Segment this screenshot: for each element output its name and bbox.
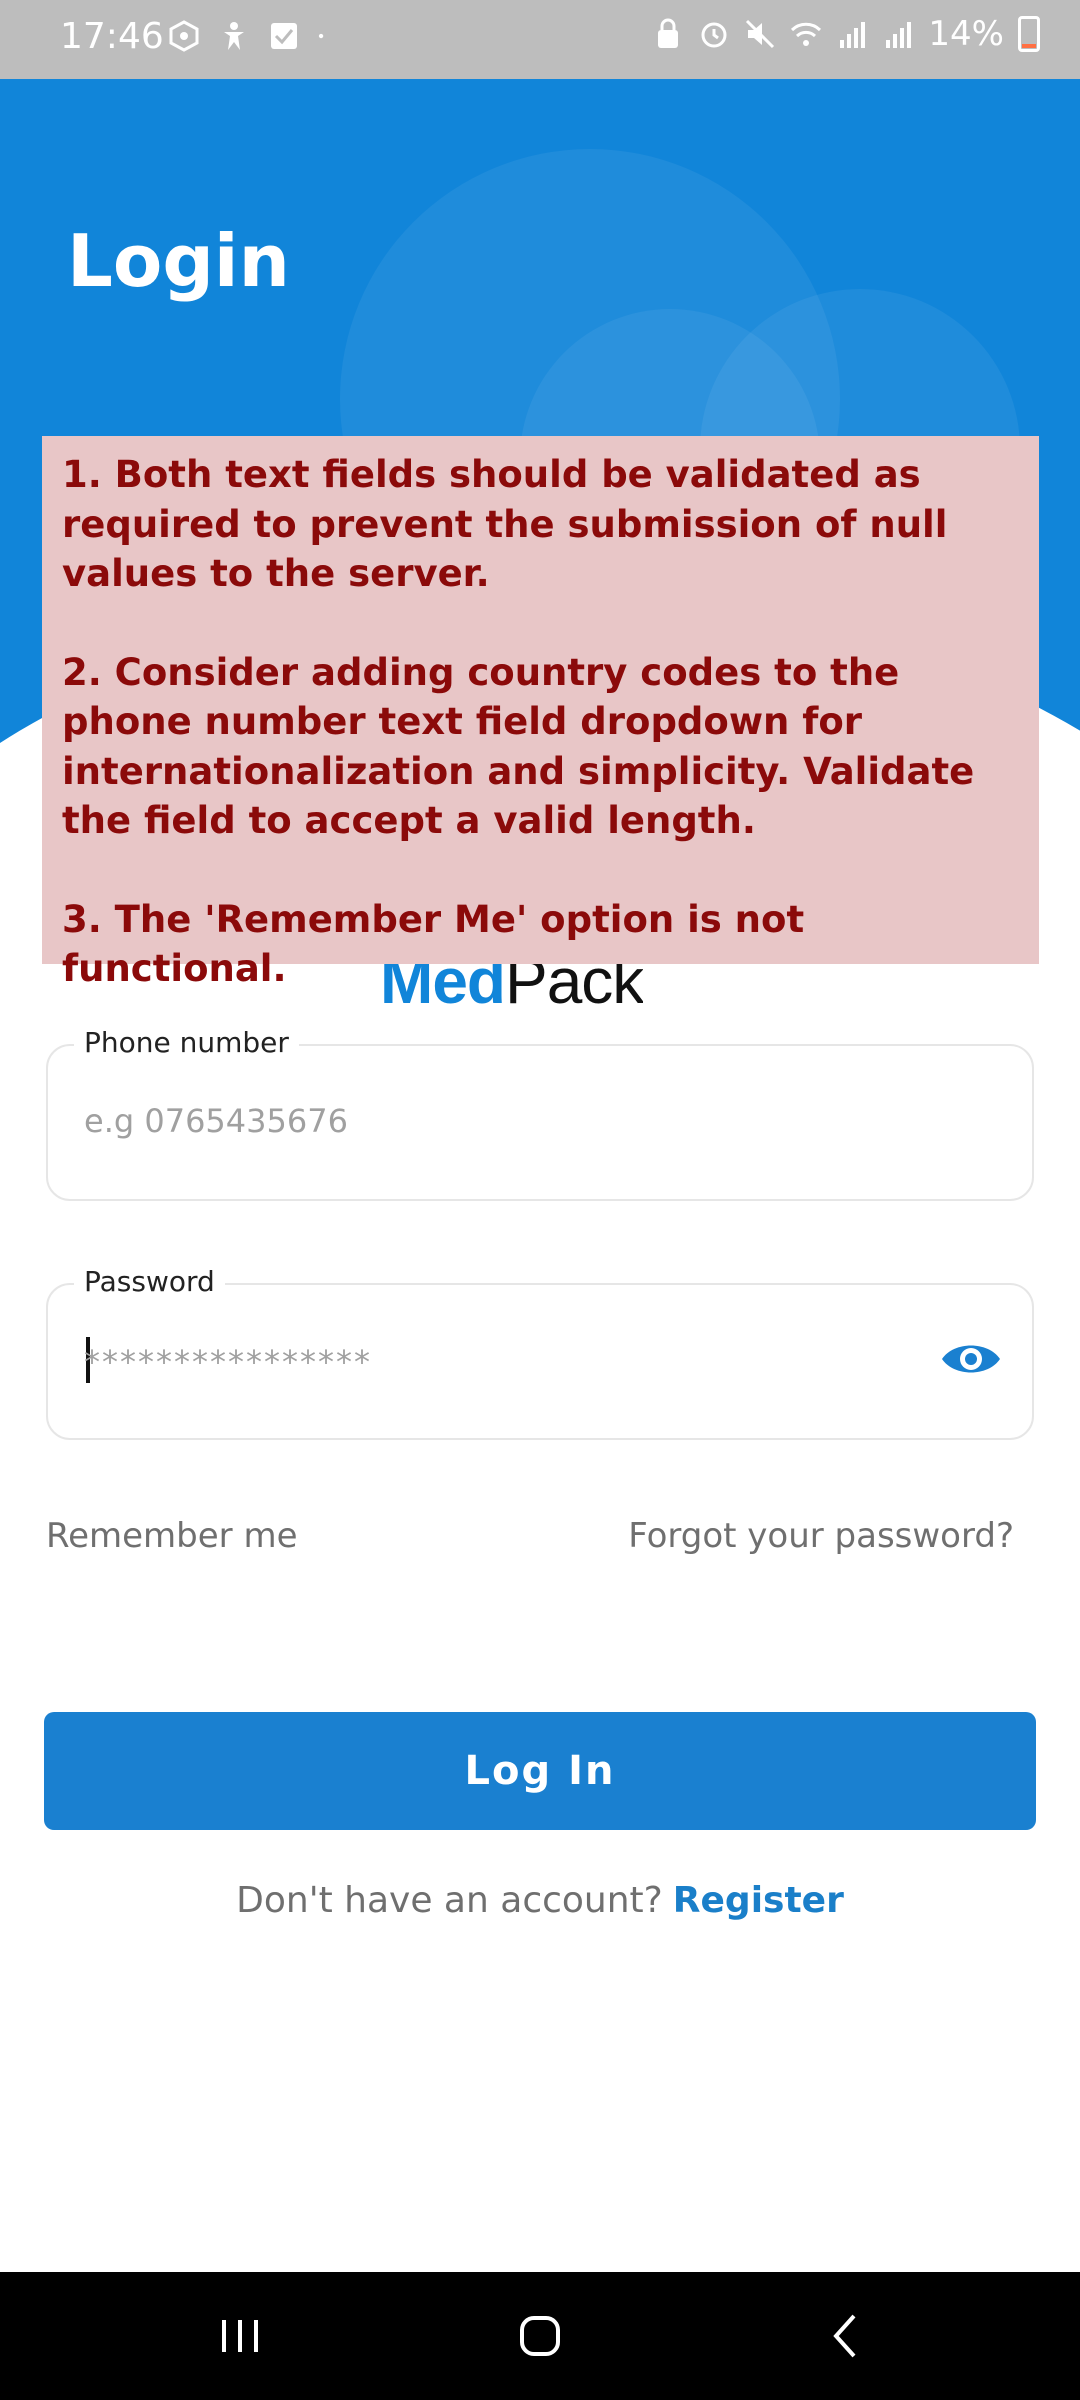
vpn-icon	[169, 20, 199, 52]
status-bar: 17:46 14%	[0, 0, 1080, 79]
remember-me-option[interactable]: Remember me	[46, 1516, 298, 1556]
phone-field-label: Phone number	[74, 1026, 299, 1059]
lock-icon	[658, 18, 679, 48]
phone-input[interactable]: e.g 0765435676	[84, 1102, 348, 1140]
accessibility-icon	[224, 22, 244, 50]
login-button[interactable]: Log In	[44, 1712, 1036, 1830]
signal-icon	[840, 22, 866, 48]
back-icon[interactable]	[816, 2306, 876, 2366]
password-field-label: Password	[74, 1265, 225, 1298]
review-note: 1. Both text fields should be validated …	[42, 436, 1039, 990]
eye-icon[interactable]	[940, 1337, 1002, 1381]
password-field[interactable]: Password ****************	[46, 1265, 1034, 1440]
status-time: 17:46	[60, 16, 164, 57]
home-icon[interactable]	[510, 2306, 570, 2366]
status-right: 14%	[652, 14, 1040, 54]
forgot-password-link[interactable]: Forgot your password?	[628, 1516, 1014, 1556]
wifi-icon	[791, 22, 822, 46]
battery-icon	[1018, 16, 1040, 52]
dot-icon	[318, 33, 324, 39]
status-left-icons	[168, 20, 332, 52]
battery-percent: 14%	[928, 14, 1004, 54]
mute-icon	[746, 19, 775, 49]
password-input[interactable]: ****************	[84, 1343, 372, 1381]
signal-icon	[886, 22, 912, 48]
alarm-icon	[701, 22, 727, 48]
phone-field[interactable]: Phone number e.g 0765435676	[46, 1026, 1034, 1201]
review-note-item: 2. Consider adding country codes to the …	[62, 650, 975, 843]
register-prompt: Don't have an account?	[236, 1880, 663, 1921]
review-note-item: 3. The 'Remember Me' option is not funct…	[62, 897, 805, 991]
recent-apps-icon[interactable]	[210, 2306, 270, 2366]
review-note-item: 1. Both text fields should be validated …	[62, 453, 948, 595]
register-link[interactable]: Register	[673, 1880, 844, 1921]
battery-fill	[1022, 43, 1036, 48]
register-prompt-line: Don't have an account? Register	[0, 1880, 1080, 1921]
checkbox-icon	[271, 23, 297, 49]
page-title: Login	[67, 219, 290, 303]
navigation-bar	[0, 2272, 1080, 2400]
